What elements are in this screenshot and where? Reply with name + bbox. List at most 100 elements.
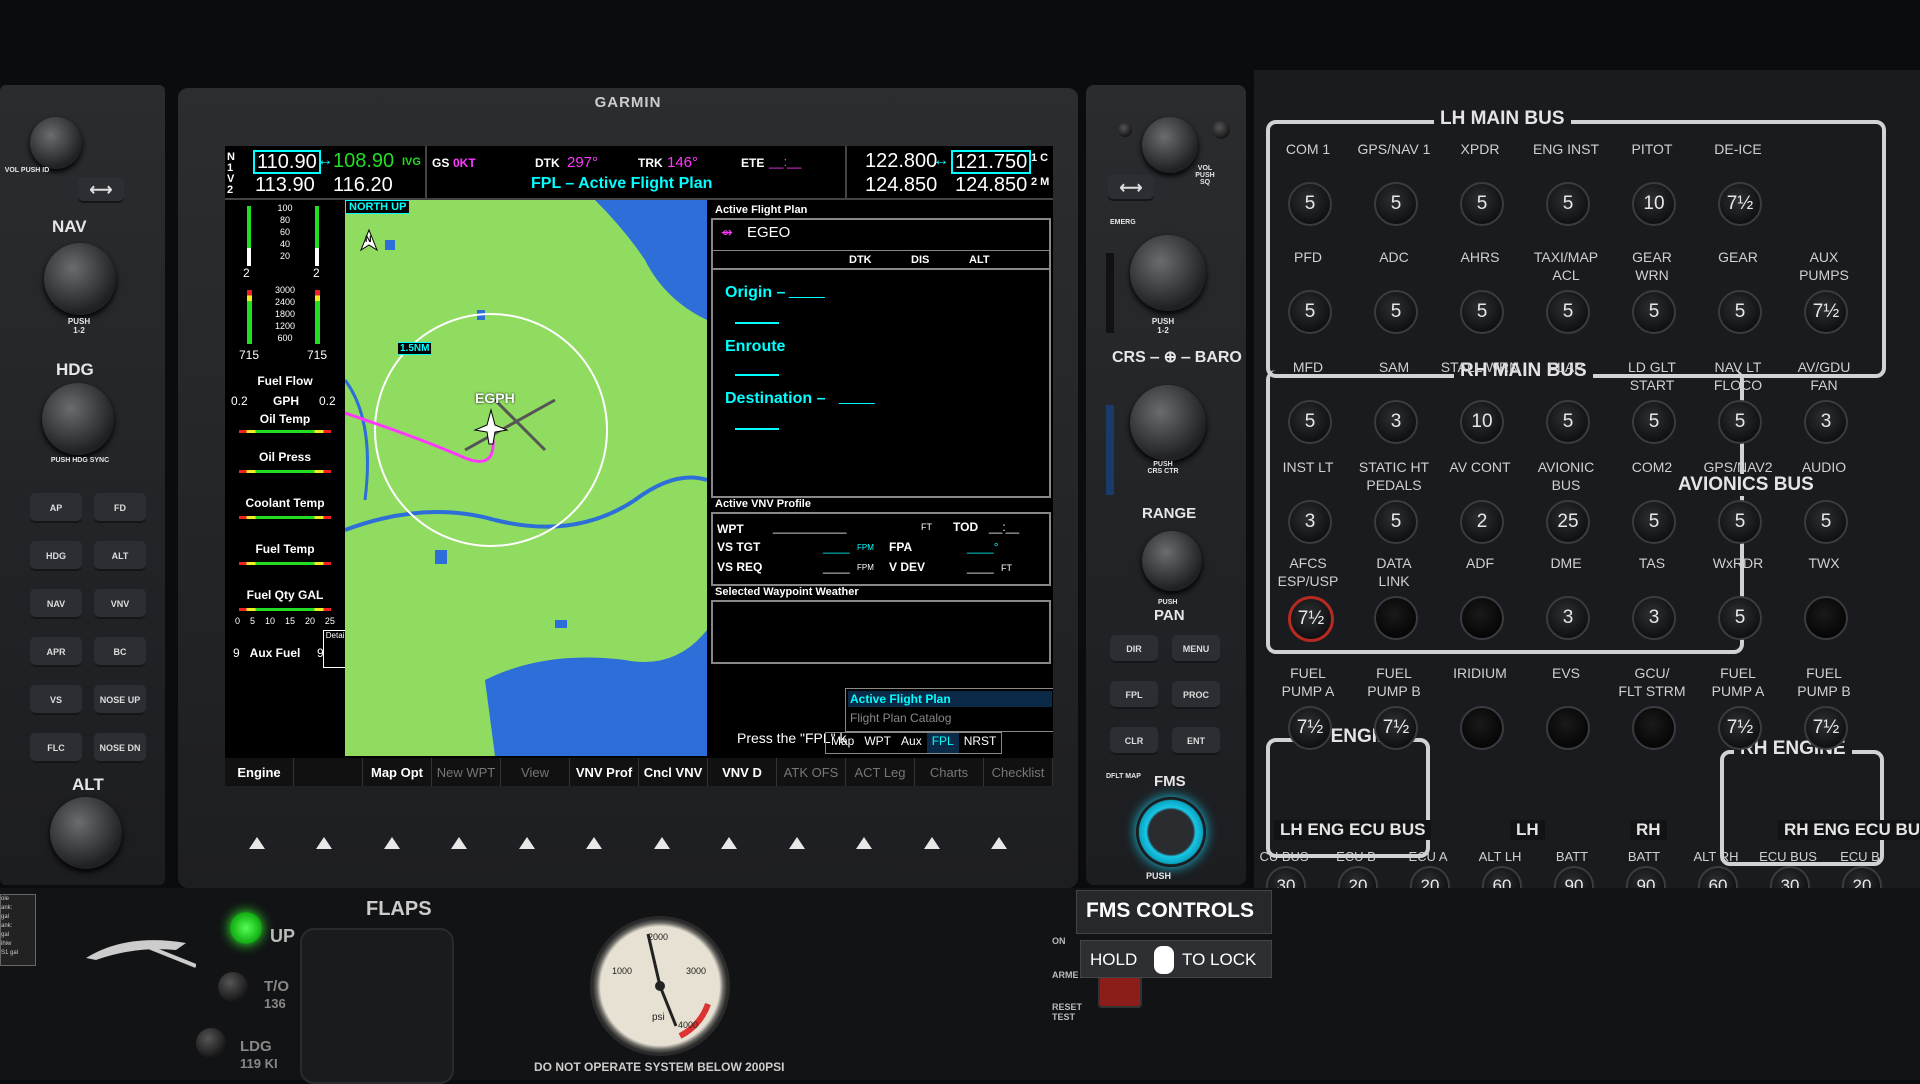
page-tab-map[interactable]: Map bbox=[826, 733, 859, 753]
ap-button-nose-dn[interactable]: NOSE DN bbox=[94, 733, 146, 763]
circuit-breaker[interactable]: 3 bbox=[1546, 596, 1590, 640]
circuit-breaker[interactable]: 7½ bbox=[1718, 182, 1762, 226]
softkey-button-5[interactable] bbox=[493, 828, 561, 858]
circuit-breaker[interactable]: 7½ bbox=[1804, 290, 1848, 334]
nav2-standby-freq[interactable]: 116.20 bbox=[333, 174, 393, 197]
softkey-button-10[interactable] bbox=[831, 828, 899, 858]
key-fpl[interactable]: FPL bbox=[1110, 681, 1158, 709]
key-dir[interactable]: DIR bbox=[1110, 635, 1158, 663]
softkey-label-9[interactable]: ATK OFS bbox=[777, 758, 846, 786]
circuit-breaker[interactable]: 5 bbox=[1718, 500, 1762, 544]
circuit-breaker[interactable]: 5 bbox=[1288, 290, 1332, 334]
circuit-breaker[interactable]: 5 bbox=[1546, 182, 1590, 226]
circuit-breaker[interactable]: 7½ bbox=[1718, 706, 1762, 750]
softkey-button-2[interactable] bbox=[291, 828, 359, 858]
circuit-breaker[interactable]: 25 bbox=[1546, 500, 1590, 544]
circuit-breaker[interactable]: 5 bbox=[1632, 400, 1676, 444]
circuit-breaker[interactable] bbox=[1460, 706, 1504, 750]
circuit-breaker[interactable]: 5 bbox=[1718, 290, 1762, 334]
circuit-breaker[interactable]: 3 bbox=[1374, 400, 1418, 444]
ap-button-vs[interactable]: VS bbox=[30, 685, 82, 715]
circuit-breaker[interactable]: 5 bbox=[1718, 596, 1762, 640]
nav-knob[interactable] bbox=[44, 243, 116, 315]
ap-button-nose-up[interactable]: NOSE UP bbox=[94, 685, 146, 715]
circuit-breaker[interactable]: 3 bbox=[1804, 400, 1848, 444]
softkey-label-1[interactable]: Engine bbox=[225, 758, 294, 786]
circuit-breaker[interactable] bbox=[1460, 596, 1504, 640]
com-knob[interactable] bbox=[1130, 235, 1206, 311]
fpa-value[interactable]: ____° bbox=[967, 540, 999, 554]
key-menu[interactable]: MENU bbox=[1172, 635, 1220, 663]
circuit-breaker[interactable]: 5 bbox=[1374, 500, 1418, 544]
ap-button-apr[interactable]: APR bbox=[30, 637, 82, 667]
circuit-breaker[interactable]: 5 bbox=[1546, 400, 1590, 444]
circuit-breaker[interactable]: 2 bbox=[1460, 500, 1504, 544]
ap-button-flc[interactable]: FLC bbox=[30, 733, 82, 763]
circuit-breaker[interactable]: 10 bbox=[1632, 182, 1676, 226]
softkey-label-6[interactable]: VNV Prof bbox=[570, 758, 639, 786]
ap-button-vnv[interactable]: VNV bbox=[94, 589, 146, 619]
nav-swap-button[interactable]: ⟷ bbox=[78, 177, 124, 203]
ap-button-ap[interactable]: AP bbox=[30, 493, 82, 523]
com1-standby-freq[interactable]: 121.750 bbox=[951, 150, 1032, 174]
ap-button-fd[interactable]: FD bbox=[94, 493, 146, 523]
softkey-label-3[interactable]: Map Opt bbox=[363, 758, 432, 786]
range-pan-joystick[interactable] bbox=[1142, 531, 1202, 591]
com2-standby-freq[interactable]: 124.850 bbox=[955, 174, 1027, 197]
crs-baro-knob[interactable] bbox=[1130, 385, 1206, 461]
circuit-breaker[interactable]: 5 bbox=[1288, 182, 1332, 226]
north-up-label[interactable]: NORTH UP bbox=[345, 200, 411, 214]
circuit-breaker[interactable]: 5 bbox=[1632, 290, 1676, 334]
circuit-breaker[interactable]: 7½ bbox=[1374, 706, 1418, 750]
alt-knob[interactable] bbox=[50, 797, 122, 869]
circuit-breaker[interactable]: 7½ bbox=[1288, 706, 1332, 750]
nav2-active-freq[interactable]: 113.90 bbox=[255, 174, 315, 197]
vs-tgt-value[interactable]: ____ bbox=[823, 540, 850, 554]
softkey-label-7[interactable]: Cncl VNV bbox=[639, 758, 708, 786]
ap-button-hdg[interactable]: HDG bbox=[30, 541, 82, 571]
navigation-map[interactable]: NORTH UP N 1.5NM EGPH bbox=[345, 200, 707, 756]
com-slider-track[interactable] bbox=[1106, 253, 1114, 333]
page-tab-fpl[interactable]: FPL bbox=[926, 733, 959, 753]
softkey-button-4[interactable] bbox=[426, 828, 494, 858]
fpl-destination-label[interactable]: Destination – bbox=[725, 390, 825, 408]
softkey-label-5[interactable]: View bbox=[501, 758, 570, 786]
flap-lever-housing[interactable] bbox=[300, 928, 454, 1084]
page-tab-nrst[interactable]: NRST bbox=[959, 733, 1002, 753]
circuit-breaker[interactable] bbox=[1374, 596, 1418, 640]
ap-button-bc[interactable]: BC bbox=[94, 637, 146, 667]
circuit-breaker[interactable] bbox=[1804, 596, 1848, 640]
circuit-breaker[interactable]: 5 bbox=[1804, 500, 1848, 544]
softkey-button-1[interactable] bbox=[223, 828, 291, 858]
softkey-button-11[interactable] bbox=[898, 828, 966, 858]
hdg-knob[interactable] bbox=[42, 383, 114, 455]
softkey-label-11[interactable]: Charts bbox=[915, 758, 984, 786]
popup-active-fpl[interactable]: Active Flight Plan bbox=[848, 691, 1052, 707]
popup-fpl-catalog[interactable]: Flight Plan Catalog bbox=[850, 711, 951, 725]
softkey-button-7[interactable] bbox=[628, 828, 696, 858]
circuit-breaker[interactable] bbox=[1546, 706, 1590, 750]
key-clr[interactable]: CLR bbox=[1110, 727, 1158, 755]
circuit-breaker[interactable]: 7½ bbox=[1288, 596, 1334, 642]
nav1-active-freq[interactable]: 110.90 bbox=[253, 150, 321, 174]
circuit-breaker[interactable]: 5 bbox=[1632, 500, 1676, 544]
vol-knob[interactable] bbox=[30, 117, 82, 169]
circuit-breaker[interactable]: 5 bbox=[1288, 400, 1332, 444]
softkey-label-8[interactable]: VNV D bbox=[708, 758, 777, 786]
circuit-breaker[interactable]: 5 bbox=[1460, 290, 1504, 334]
page-popup[interactable]: Active Flight Plan Flight Plan Catalog bbox=[845, 688, 1053, 732]
softkey-button-8[interactable] bbox=[696, 828, 764, 858]
softkey-label-12[interactable]: Checklist bbox=[984, 758, 1053, 786]
fpl-origin-label[interactable]: Origin – bbox=[725, 284, 785, 302]
com1-active-freq[interactable]: 122.800 bbox=[865, 150, 937, 173]
fms-knob[interactable] bbox=[1136, 797, 1206, 867]
softkey-button-12[interactable] bbox=[966, 828, 1034, 858]
circuit-breaker[interactable]: 5 bbox=[1374, 182, 1418, 226]
key-ent[interactable]: ENT bbox=[1172, 727, 1220, 755]
circuit-breaker[interactable]: 5 bbox=[1460, 182, 1504, 226]
circuit-breaker[interactable]: 3 bbox=[1632, 596, 1676, 640]
circuit-breaker[interactable] bbox=[1632, 706, 1676, 750]
crs-slider-track[interactable] bbox=[1106, 405, 1114, 495]
ap-button-nav[interactable]: NAV bbox=[30, 589, 82, 619]
circuit-breaker[interactable]: 7½ bbox=[1804, 706, 1848, 750]
